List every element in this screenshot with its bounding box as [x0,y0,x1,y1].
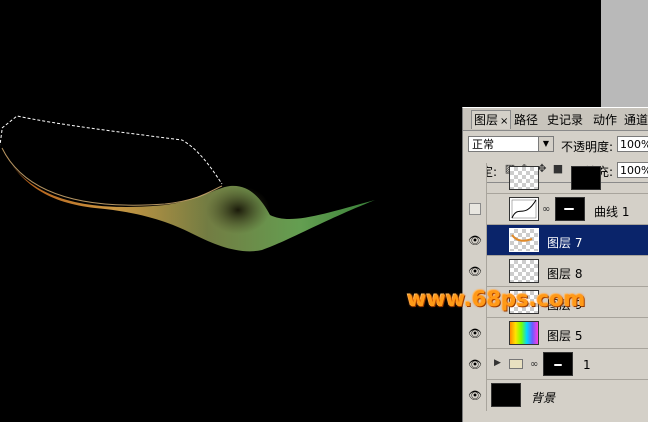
layer-mask-thumbnail [571,166,601,190]
panel-tabs: 图层 × 路径 史记录 动作 通道 [463,108,648,131]
thumbnail-art [511,234,533,242]
eye-cell[interactable] [463,194,487,225]
opacity-label: 不透明度: [561,140,614,154]
eye-cell[interactable]: 👁 [463,380,487,411]
eye-cell[interactable]: 👁 [463,225,487,256]
tab-paths[interactable]: 路径 [512,111,540,129]
tab-layers[interactable]: 图层 × [471,110,512,129]
layers-panel: 图层× 路径 史记录 动作 通道 正常 ▼ 不透明度: 100% 锁定: ▨ ✎… [462,107,648,422]
layer-name: 背景 [531,391,556,405]
mask-shape [564,208,574,210]
layer-mask-thumbnail [555,197,585,221]
tab-actions[interactable]: 动作 [591,111,619,129]
tab-channels[interactable]: 通道 [622,111,648,129]
eye-cell[interactable]: 👁 [463,349,487,380]
eye-icon[interactable]: 👁 [468,266,482,277]
tab-history[interactable]: 史记录 [545,111,585,129]
eye-cell[interactable]: 👁 [463,256,487,287]
layer-name: 图层 7 [547,236,583,250]
layer-row-partial[interactable] [463,163,648,194]
watermark-text: www.68ps.com [407,287,586,311]
layer-name: 图层 8 [547,267,583,281]
blend-mode-select[interactable]: 正常 ▼ [468,136,554,152]
eye-cell[interactable] [463,163,487,194]
layer-thumbnail [509,321,539,345]
layer-row-8[interactable]: 👁 图层 8 [463,256,648,287]
layer-row-curves[interactable]: ∞ 曲线 1 [463,194,648,225]
close-icon[interactable]: × [500,116,508,127]
layer-name: 图层 5 [547,329,583,343]
chevron-down-icon[interactable]: ▼ [538,137,553,151]
link-icon[interactable]: ∞ [542,204,550,215]
layer-row-7[interactable]: 👁 图层 7 [463,225,648,256]
layer-thumbnail [491,383,521,407]
curves-adjustment-icon [509,197,539,221]
visibility-toggle-off[interactable] [469,203,481,215]
tab-layers-label: 图层 [474,113,499,127]
layer-name: 曲线 1 [594,205,630,219]
layer-thumbnail [509,228,539,252]
eye-icon[interactable]: 👁 [468,235,482,246]
layer-thumbnail [509,259,539,283]
eye-cell[interactable]: 👁 [463,318,487,349]
opacity-input[interactable]: 100% [617,136,648,152]
eye-icon[interactable]: 👁 [468,359,482,370]
folder-icon [509,359,523,369]
curves-graph-icon [511,199,537,219]
eye-icon[interactable]: 👁 [468,390,482,401]
layer-name: 1 [583,358,591,372]
layer-row-group-1[interactable]: 👁 ▶ ∞ 1 [463,349,648,380]
expand-arrow-icon[interactable]: ▶ [494,358,501,368]
link-icon[interactable]: ∞ [530,359,538,370]
layer-row-background[interactable]: 👁 背景 [463,380,648,411]
eye-icon[interactable]: 👁 [468,328,482,339]
layer-row-5[interactable]: 👁 图层 5 [463,318,648,349]
mask-shape [554,364,562,366]
layer-thumbnail [509,166,539,190]
layer-mask-thumbnail [543,352,573,376]
blend-mode-value: 正常 [472,138,494,151]
